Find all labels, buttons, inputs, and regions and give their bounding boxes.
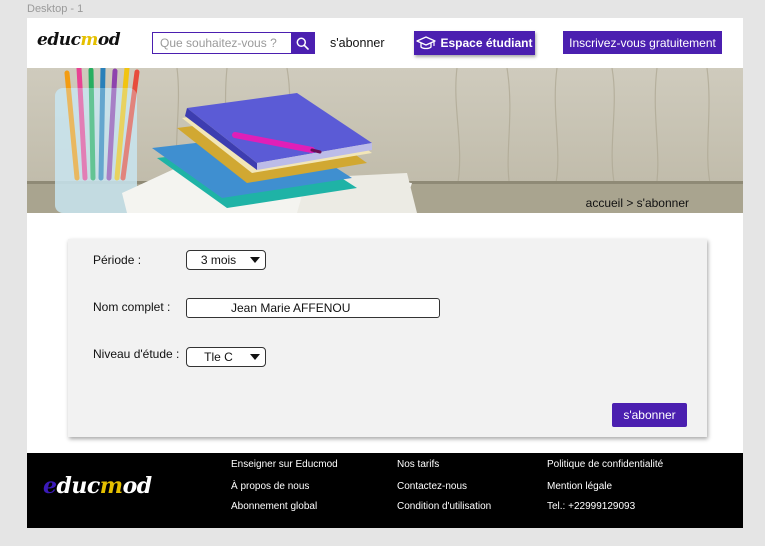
search-box [152,32,315,54]
footer-link-contact[interactable]: Contactez-nous [397,481,467,492]
footer-link-legal[interactable]: Mention légale [547,481,612,492]
period-select[interactable]: 3 mois [186,250,266,270]
logo-part-1: educ [37,30,81,50]
subscription-form: Période : 3 mois Nom complet : Niveau d'… [68,239,707,437]
chevron-down-icon [250,354,260,360]
search-icon [296,37,309,50]
footer-phone: Tel.: +22999129093 [547,501,636,512]
search-input[interactable] [153,33,291,53]
breadcrumb: accueil > s'abonner [585,196,689,210]
footer-link-global-subscription[interactable]: Abonnement global [231,501,317,512]
register-button[interactable]: Inscrivez-vous gratuitement [563,31,722,54]
period-value: 3 mois [200,253,237,267]
page: educmod s'abonner Espace étudiant Inscri… [27,18,743,528]
full-name-input[interactable] [186,298,440,318]
header: educmod s'abonner Espace étudiant Inscri… [27,18,743,68]
logo-part-2: m [80,30,98,50]
footer-link-about[interactable]: À propos de nous [231,481,309,492]
level-select[interactable]: Tle C [186,347,266,367]
footer-logo-part-3: m [99,473,123,499]
footer-link-pricing[interactable]: Nos tarifs [397,459,439,470]
period-label: Période : [93,253,142,267]
subscribe-button[interactable]: s'abonner [612,403,687,427]
logo-part-3: od [97,30,121,50]
level-label: Niveau d'étude : [93,347,180,361]
chevron-down-icon [250,257,260,263]
hero-illustration [27,68,743,213]
name-label: Nom complet : [93,300,171,314]
student-space-button[interactable]: Espace étudiant [414,31,535,55]
frame-label: Desktop - 1 [27,3,84,15]
footer-logo-part-4: od [122,473,153,499]
level-value: Tle C [204,350,233,364]
student-space-label: Espace étudiant [440,36,533,50]
footer-link-privacy[interactable]: Politique de confidentialité [547,459,663,470]
footer-link-terms[interactable]: Condition d'utilisation [397,501,491,512]
footer: educmod Enseigner sur Educmod À propos d… [27,453,743,528]
footer-logo[interactable]: educmod [43,473,152,499]
logo[interactable]: educmod [37,30,121,50]
footer-logo-part-2: duc [56,473,101,499]
footer-logo-part-1: e [43,473,57,499]
footer-link-teach[interactable]: Enseigner sur Educmod [231,459,338,470]
subscribe-link[interactable]: s'abonner [330,36,385,50]
hero-banner: accueil > s'abonner [27,68,743,213]
graduation-cap-icon [416,36,437,50]
search-button[interactable] [291,33,314,53]
